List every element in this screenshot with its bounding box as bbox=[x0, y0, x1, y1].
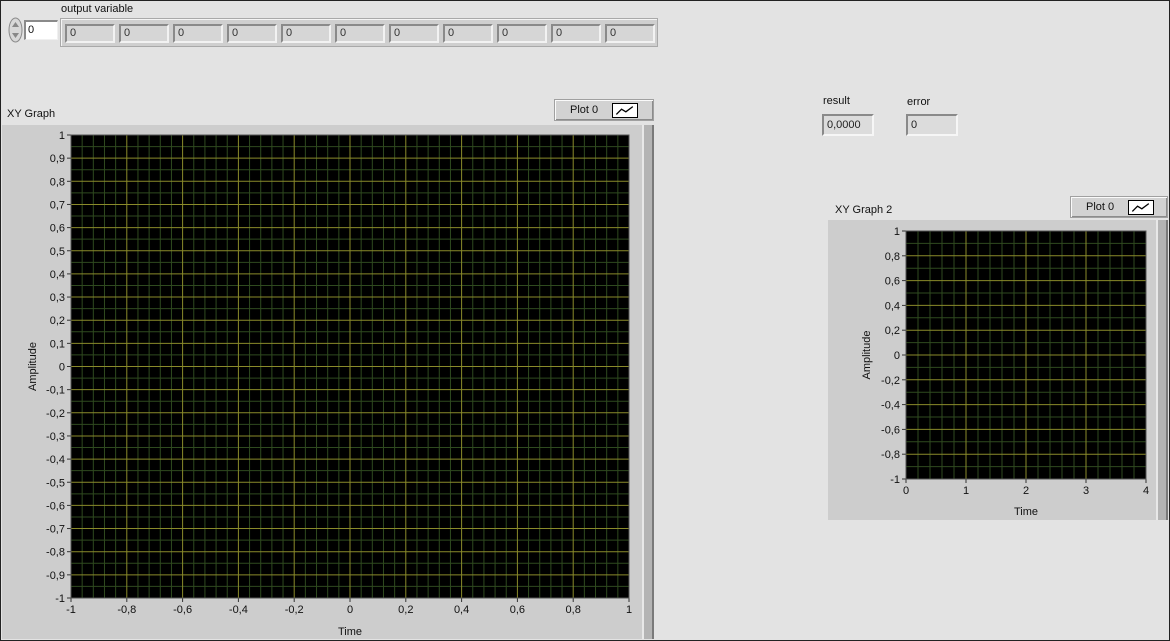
y-tick-label: -0,2 bbox=[881, 375, 900, 387]
y-tick-label: 0 bbox=[894, 350, 900, 362]
y-tick-label: -0,8 bbox=[881, 449, 900, 461]
x-tick-label: 0,2 bbox=[398, 604, 413, 616]
y-tick-label: 0,6 bbox=[885, 276, 900, 288]
y-tick-label: -0,5 bbox=[46, 477, 65, 489]
y-tick-label: 0,9 bbox=[50, 153, 65, 165]
x-tick-label: -0,4 bbox=[229, 604, 248, 616]
x-tick-label: 1 bbox=[963, 485, 969, 497]
y-tick-label: -0,8 bbox=[46, 547, 65, 559]
y-tick-label: 1 bbox=[59, 130, 65, 142]
y-tick-label: -0,6 bbox=[46, 500, 65, 512]
result-label: result bbox=[823, 95, 850, 107]
y-tick-label: 0 bbox=[59, 362, 65, 374]
y-tick-label: 0,8 bbox=[50, 176, 65, 188]
result-indicator: 0,0000 bbox=[822, 114, 874, 136]
y-tick-label: 0,1 bbox=[50, 338, 65, 350]
y-tick-label: -0,4 bbox=[46, 454, 65, 466]
plot-legend-label: Plot 0 bbox=[1086, 201, 1115, 213]
plot-line-style-icon bbox=[1128, 200, 1154, 215]
y-tick-label: 0,4 bbox=[50, 269, 65, 281]
y-tick-label: 0,5 bbox=[50, 246, 65, 258]
y-tick-label: -0,4 bbox=[881, 400, 900, 412]
y-tick-label: -0,2 bbox=[46, 408, 65, 420]
xy-graph: -1 -0,8 -0,6 -0,4 -0,2 0 0,2 0,4 0,6 0,8 1 1 0,9 0,8 0… bbox=[27, 130, 632, 638]
y-tick-label: -0,3 bbox=[46, 431, 65, 443]
xy-graph-2: 0 1 2 3 4 1 0,8 0,6 0,4 0,2 0 -0,2 -0,4 -0,6 -0,8 -1 Tim… bbox=[861, 226, 1149, 518]
y-axis-title: Amplitude bbox=[861, 331, 873, 380]
x-tick-label: 2 bbox=[1023, 485, 1029, 497]
y-axis-title: Amplitude bbox=[27, 342, 39, 391]
x-tick-label: -0,2 bbox=[285, 604, 304, 616]
y-tick-label: -1 bbox=[890, 474, 900, 486]
y-tick-label: 0,7 bbox=[50, 199, 65, 211]
x-tick-label: 0,4 bbox=[454, 604, 469, 616]
y-tick-label: -1 bbox=[55, 593, 65, 605]
x-tick-label: -1 bbox=[66, 604, 76, 616]
y-tick-label: -0,7 bbox=[46, 524, 65, 536]
x-tick-label: -0,8 bbox=[117, 604, 136, 616]
error-label: error bbox=[907, 96, 931, 108]
x-tick-label: 0 bbox=[347, 604, 353, 616]
x-axis-title: Time bbox=[1014, 506, 1038, 518]
error-indicator: 0 bbox=[906, 114, 958, 136]
y-tick-label: -0,9 bbox=[46, 570, 65, 582]
y-tick-label: 0,2 bbox=[50, 315, 65, 327]
y-tick-label: -0,6 bbox=[881, 424, 900, 436]
y-tick-label: 0,2 bbox=[885, 325, 900, 337]
x-tick-label: -0,6 bbox=[173, 604, 192, 616]
x-tick-label: 0,8 bbox=[566, 604, 581, 616]
x-tick-label: 0 bbox=[903, 485, 909, 497]
y-tick-label: 1 bbox=[894, 226, 900, 238]
x-axis-title: Time bbox=[338, 626, 362, 638]
y-tick-label: 0,8 bbox=[885, 251, 900, 263]
y-tick-label: -0,1 bbox=[46, 385, 65, 397]
y-tick-label: 0,4 bbox=[885, 300, 900, 312]
y-tick-label: 0,6 bbox=[50, 223, 65, 235]
y-tick-label: 0,3 bbox=[50, 292, 65, 304]
x-tick-label: 0,6 bbox=[510, 604, 525, 616]
x-tick-label: 1 bbox=[626, 604, 632, 616]
x-tick-label: 3 bbox=[1083, 485, 1089, 497]
x-tick-label: 4 bbox=[1143, 485, 1149, 497]
